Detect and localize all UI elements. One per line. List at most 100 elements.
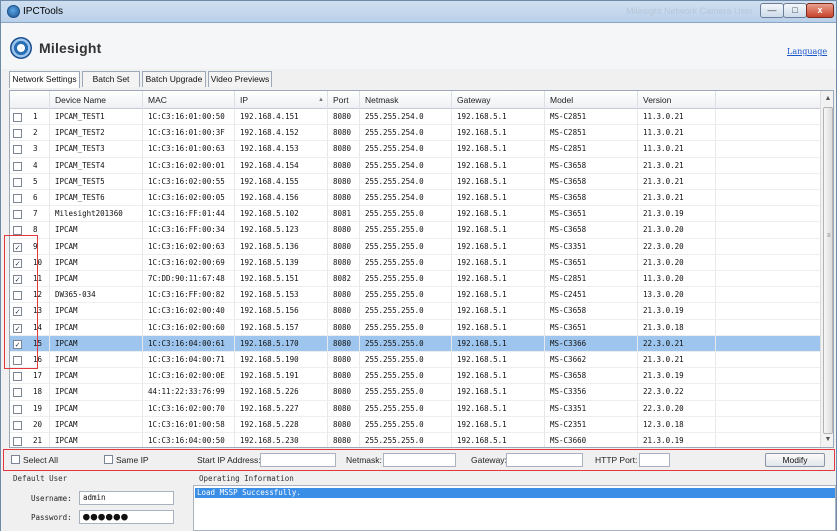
table-row[interactable]: 17 IPCAM 1C:C3:16:02:00:0E 192.168.5.191 808… [10, 368, 820, 385]
table-row[interactable]: 4 IPCAM_TEST4 1C:C3:16:02:00:01 192.168.4.1… [10, 157, 820, 174]
column-header-ip[interactable]: IP [235, 91, 328, 109]
gateway-cell: 192.168.5.1 [452, 206, 545, 223]
table-row[interactable]: ✓ 15 IPCAM 1C:C3:16:04:00:61 192.168.5.170 80… [10, 335, 820, 352]
row-checkbox[interactable] [13, 291, 22, 301]
version-cell: 22.3.0.22 [638, 384, 716, 401]
tab-video-previews[interactable]: Video Previews [208, 71, 272, 87]
row-checkbox[interactable] [13, 420, 22, 430]
table-row[interactable]: 2 IPCAM_TEST2 1C:C3:16:01:00:3F 192.168.4.1… [10, 125, 820, 142]
ip-cell: 192.168.4.155 [235, 173, 328, 190]
modify-button[interactable]: Modify [765, 453, 825, 467]
row-checkbox[interactable] [13, 145, 22, 155]
column-header-gateway[interactable]: Gateway [452, 91, 545, 109]
mac-cell: 44:11:22:33:76:99 [143, 384, 235, 401]
start-ip-input[interactable] [260, 453, 336, 467]
row-checkbox[interactable] [13, 437, 22, 446]
table-row[interactable]: 8 IPCAM 1C:C3:16:FF:00:34 192.168.5.123 8080… [10, 222, 820, 239]
password-label: Password: [31, 513, 72, 522]
scroll-up-icon[interactable]: ▲ [822, 92, 833, 106]
row-checkbox[interactable] [13, 161, 22, 171]
column-header-mac[interactable]: MAC [143, 91, 235, 109]
table-row[interactable]: 20 IPCAM 1C:C3:16:01:00:58 192.168.5.228 808… [10, 416, 820, 433]
row-checkbox[interactable] [13, 177, 22, 187]
netmask-cell: 255.255.255.0 [360, 319, 452, 336]
version-cell: 21.3.0.21 [638, 352, 716, 368]
gateway-cell: 192.168.5.1 [452, 157, 545, 174]
same-ip-checkbox[interactable] [104, 455, 113, 464]
row-checkbox[interactable]: ✓ [13, 242, 22, 252]
tab-batch-upgrade[interactable]: Batch Upgrade [142, 71, 206, 87]
password-field[interactable]: ●●●●●● [79, 510, 174, 524]
model-cell: MS-C3651 [545, 206, 638, 223]
column-header-port[interactable]: Port [328, 91, 360, 109]
model-cell: MS-C3351 [545, 400, 638, 417]
table-row[interactable]: 6 IPCAM_TEST6 1C:C3:16:02:00:05 192.168.4.1… [10, 190, 820, 207]
select-all-checkbox[interactable] [11, 455, 20, 464]
column-header-device-name[interactable]: Device Name [50, 91, 143, 109]
vertical-scrollbar[interactable]: ▲ ≡ ▼ [820, 91, 833, 447]
row-number: 4 [28, 157, 50, 174]
table-row[interactable]: 18 IPCAM 44:11:22:33:76:99 192.168.5.226 808… [10, 384, 820, 401]
version-cell: 13.3.0.20 [638, 287, 716, 304]
table-row[interactable]: 1 IPCAM_TEST1 1C:C3:16:01:00:50 192.168.4.1… [10, 109, 820, 126]
maximize-button[interactable]: □ [783, 3, 807, 18]
row-checkbox[interactable] [13, 356, 22, 365]
gateway-cell: 192.168.5.1 [452, 400, 545, 417]
http-port-input[interactable] [639, 453, 670, 467]
device-name-cell: IPCAM_TEST4 [50, 157, 143, 174]
row-checkbox[interactable] [13, 194, 22, 203]
close-button[interactable]: x [806, 3, 834, 18]
table-row[interactable]: 16 IPCAM 1C:C3:16:04:00:71 192.168.5.190 808… [10, 352, 820, 369]
row-checkbox[interactable]: ✓ [13, 339, 22, 349]
language-link[interactable]: Language [787, 47, 827, 56]
netmask-input[interactable] [383, 453, 456, 467]
scroll-thumb[interactable]: ≡ [823, 107, 833, 434]
title-bar[interactable]: IPCTools Milesight Network Camera User M… [1, 1, 836, 23]
sort-ascending-icon: ▲ [318, 97, 324, 103]
column-header-select[interactable] [10, 91, 50, 109]
row-checkbox[interactable] [13, 372, 22, 382]
row-checkbox[interactable]: ✓ [13, 307, 22, 317]
gateway-input[interactable] [506, 453, 583, 467]
username-field[interactable]: admin [79, 491, 174, 505]
table-row[interactable]: ✓ 13 IPCAM 1C:C3:16:02:00:40 192.168.5.156 80… [10, 303, 820, 320]
table-row[interactable]: 7 Milesight201360 1C:C3:16:FF:01:44 192.168… [10, 206, 820, 223]
table-row[interactable]: 5 IPCAM_TEST5 1C:C3:16:02:00:55 192.168.4.1… [10, 173, 820, 190]
tab-batch-set[interactable]: Batch Set [82, 71, 140, 87]
row-checkbox[interactable] [13, 388, 22, 398]
row-checkbox[interactable] [13, 129, 22, 139]
table-row[interactable]: 3 IPCAM_TEST3 1C:C3:16:01:00:63 192.168.4.1… [10, 141, 820, 158]
row-checkbox[interactable] [13, 113, 22, 122]
minimize-button[interactable]: — [760, 3, 784, 18]
table-row[interactable]: ✓ 10 IPCAM 1C:C3:16:02:00:69 192.168.5.139 80… [10, 254, 820, 271]
row-checkbox[interactable]: ✓ [13, 275, 22, 284]
table-row[interactable]: ✓ 14 IPCAM 1C:C3:16:02:00:60 192.168.5.157 80… [10, 319, 820, 336]
column-header-version[interactable]: Version [638, 91, 716, 109]
version-cell: 21.3.0.20 [638, 222, 716, 239]
table-row[interactable]: ✓ 11 IPCAM 7C:DD:90:11:67:48 192.168.5.151 80… [10, 271, 820, 288]
username-label: Username: [31, 494, 72, 503]
mac-cell: 1C:C3:16:02:00:70 [143, 400, 235, 417]
tab-network-settings[interactable]: Network Settings [9, 71, 80, 88]
row-number: 1 [28, 109, 50, 125]
row-checkbox[interactable]: ✓ [13, 258, 22, 268]
ip-cell: 192.168.4.151 [235, 109, 328, 125]
scroll-down-icon[interactable]: ▼ [822, 433, 833, 447]
device-name-cell: IPCAM_TEST3 [50, 141, 143, 158]
netmask-cell: 255.255.255.0 [360, 287, 452, 304]
row-checkbox[interactable] [13, 404, 22, 414]
table-row[interactable]: 21 IPCAM 1C:C3:16:04:00:50 192.168.5.230 808… [10, 433, 820, 447]
ip-cell: 192.168.5.102 [235, 206, 328, 223]
mac-cell: 1C:C3:16:04:00:71 [143, 352, 235, 368]
row-checkbox[interactable] [13, 210, 22, 220]
column-header-netmask[interactable]: Netmask [360, 91, 452, 109]
operating-log[interactable]: Load MSSP Successfully. [193, 485, 836, 531]
column-header-model[interactable]: Model [545, 91, 638, 109]
table-row[interactable]: 19 IPCAM 1C:C3:16:02:00:70 192.168.5.227 808… [10, 400, 820, 417]
row-checkbox[interactable] [13, 226, 22, 236]
table-row[interactable]: 12 DW365-034 1C:C3:16:FF:00:82 192.168.5.15… [10, 287, 820, 304]
row-checkbox[interactable]: ✓ [13, 323, 22, 333]
grip-icon: ≡ [827, 233, 831, 239]
ip-cell: 192.168.5.170 [235, 335, 328, 352]
table-row[interactable]: ✓ 9 IPCAM 1C:C3:16:02:00:63 192.168.5.136 808… [10, 238, 820, 255]
